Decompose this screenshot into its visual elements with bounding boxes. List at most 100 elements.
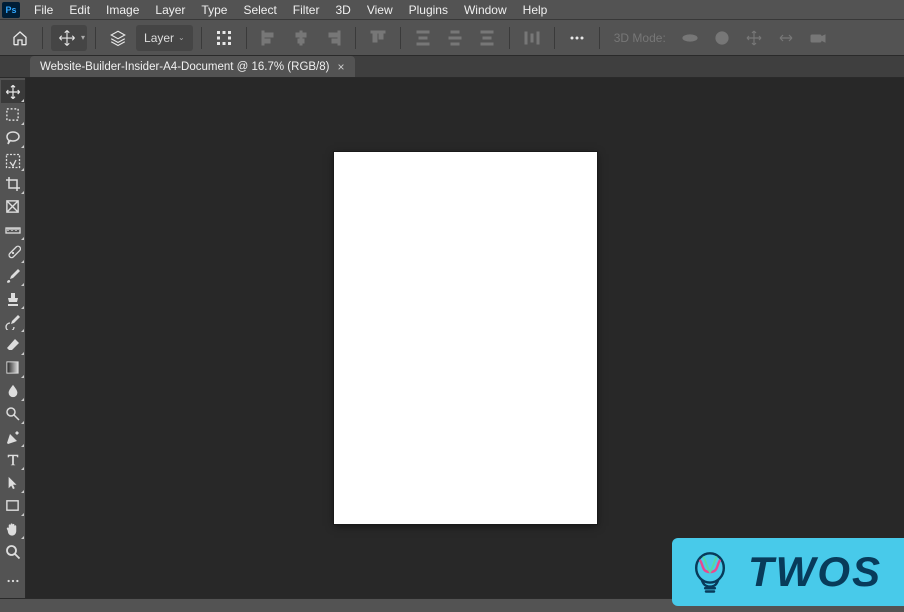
distribute-v-top-icon (415, 30, 431, 46)
gradient-tool[interactable] (1, 356, 25, 379)
document-tab-bar: Website-Builder-Insider-A4-Document @ 16… (0, 56, 904, 78)
distribute-h-icon (524, 30, 540, 46)
pen-icon (5, 429, 21, 445)
align-center-h-icon (293, 30, 309, 46)
layer-dropdown-label: Layer (144, 31, 174, 45)
blur-tool[interactable] (1, 379, 25, 402)
menu-layer[interactable]: Layer (147, 1, 193, 19)
align-right-button[interactable] (319, 24, 347, 52)
options-bar: ▾ Layer ⌄ 3D Mode: (0, 20, 904, 56)
eraser-tool[interactable] (1, 333, 25, 356)
type-icon (6, 453, 20, 467)
align-right-icon (325, 30, 341, 46)
crop-icon (5, 176, 21, 192)
gradient-icon (5, 360, 20, 375)
menu-3d[interactable]: 3D (327, 1, 358, 19)
move-tool-indicator[interactable] (53, 24, 81, 52)
divider (554, 27, 555, 49)
divider (42, 27, 43, 49)
transform-controls-toggle[interactable] (210, 24, 238, 52)
menu-edit[interactable]: Edit (61, 1, 98, 19)
more-tools-button[interactable] (1, 569, 25, 592)
menu-type[interactable]: Type (193, 1, 235, 19)
3d-camera-button[interactable] (804, 24, 832, 52)
healing-brush-tool[interactable] (1, 241, 25, 264)
document-canvas[interactable] (334, 152, 597, 524)
hand-tool[interactable] (1, 517, 25, 540)
ruler-icon (5, 222, 21, 238)
arrow-cursor-icon (6, 475, 20, 491)
distribute-bottom-button[interactable] (473, 24, 501, 52)
document-tab[interactable]: Website-Builder-Insider-A4-Document @ 16… (30, 56, 355, 77)
distribute-v-center-icon (447, 30, 463, 46)
watermark-badge: TWOS (672, 538, 904, 606)
stamp-tool[interactable] (1, 287, 25, 310)
menu-window[interactable]: Window (456, 1, 515, 19)
dodge-icon (5, 406, 21, 422)
marquee-tool[interactable] (1, 103, 25, 126)
frame-icon (5, 199, 20, 214)
3d-roll-button[interactable] (708, 24, 736, 52)
3d-slide-button[interactable] (772, 24, 800, 52)
dodge-tool[interactable] (1, 402, 25, 425)
zoom-tool[interactable] (1, 540, 25, 563)
divider (509, 27, 510, 49)
distribute-h-button[interactable] (518, 24, 546, 52)
lasso-tool[interactable] (1, 126, 25, 149)
menu-image[interactable]: Image (98, 1, 147, 19)
object-select-tool[interactable] (1, 149, 25, 172)
3d-orbit-button[interactable] (676, 24, 704, 52)
distribute-center-button[interactable] (441, 24, 469, 52)
distribute-v-bottom-icon (479, 30, 495, 46)
move-tool[interactable] (1, 80, 25, 103)
path-select-tool[interactable] (1, 471, 25, 494)
3d-mode-label: 3D Mode: (608, 31, 672, 45)
lasso-icon (5, 130, 21, 146)
marquee-icon (5, 107, 20, 122)
chevron-down-icon: ▾ (81, 33, 85, 42)
hand-icon (5, 521, 20, 537)
pen-tool[interactable] (1, 425, 25, 448)
close-tab-button[interactable]: × (337, 60, 344, 74)
menu-filter[interactable]: Filter (285, 1, 328, 19)
rectangle-tool[interactable] (1, 494, 25, 517)
menu-help[interactable]: Help (515, 1, 556, 19)
align-center-h-button[interactable] (287, 24, 315, 52)
eyedropper-tool[interactable] (1, 218, 25, 241)
divider (201, 27, 202, 49)
eraser-icon (5, 337, 21, 353)
more-alignment-button[interactable] (563, 24, 591, 52)
brush-icon (5, 268, 21, 284)
frame-tool[interactable] (1, 195, 25, 218)
bandaid-icon (5, 245, 21, 261)
type-tool[interactable] (1, 448, 25, 471)
menu-select[interactable]: Select (235, 1, 284, 19)
home-button[interactable] (6, 24, 34, 52)
3d-pan-button[interactable] (740, 24, 768, 52)
align-top-icon (370, 30, 386, 46)
rectangle-icon (5, 498, 20, 513)
brush-tool[interactable] (1, 264, 25, 287)
menu-plugins[interactable]: Plugins (401, 1, 456, 19)
crop-tool[interactable] (1, 172, 25, 195)
divider (95, 27, 96, 49)
transform-handles-icon (216, 30, 232, 46)
divider (599, 27, 600, 49)
canvas-workspace[interactable] (26, 78, 904, 598)
menu-view[interactable]: View (359, 1, 401, 19)
stamp-icon (5, 291, 21, 307)
chevron-down-icon: ⌄ (178, 33, 185, 42)
photoshop-logo-icon: Ps (2, 2, 20, 18)
divider (246, 27, 247, 49)
align-top-button[interactable] (364, 24, 392, 52)
auto-select-layer-dropdown[interactable]: Layer ⌄ (136, 25, 193, 51)
align-left-button[interactable] (255, 24, 283, 52)
object-select-icon (5, 153, 21, 169)
watermark-text: TWOS (748, 548, 882, 596)
move-arrows-icon (58, 29, 76, 47)
history-brush-tool[interactable] (1, 310, 25, 333)
menu-file[interactable]: File (26, 1, 61, 19)
auto-select-toggle[interactable] (104, 24, 132, 52)
pan-icon (746, 30, 762, 46)
distribute-top-button[interactable] (409, 24, 437, 52)
